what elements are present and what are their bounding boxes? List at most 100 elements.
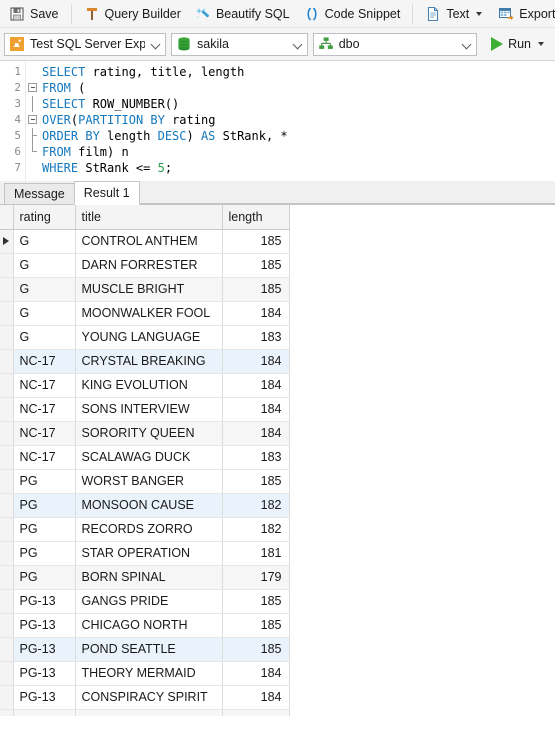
table-row[interactable]: PG MONSOON CAUSE 182 [0,493,290,518]
cell-title[interactable]: BORN SPINAL [75,565,223,590]
table-row[interactable]: G DARN FORRESTER 185 [0,253,290,278]
cell-rating[interactable]: NC-17 [13,349,76,374]
cell-title[interactable]: WORST BANGER [75,469,223,494]
table-row[interactable]: RSOLDIERS EVOLUTION185 [0,709,290,716]
cell-title[interactable]: KING EVOLUTION [75,373,223,398]
tab-message[interactable]: Message [4,183,75,204]
cell-title[interactable]: THEORY MERMAID [75,661,223,686]
table-row[interactable]: NC-17 SONS INTERVIEW 184 [0,397,290,422]
column-header-rating[interactable]: rating [13,205,76,230]
column-header-title[interactable]: title [75,205,223,230]
row-selector-cell[interactable] [0,445,14,470]
cell-rating[interactable]: PG [13,541,76,566]
cell-title[interactable]: SOLDIERS EVOLUTION [75,709,223,716]
table-row[interactable]: G YOUNG LANGUAGE 183 [0,325,290,350]
cell-rating[interactable]: R [13,709,76,716]
server-connection-select[interactable]: Test SQL Server Expres [4,32,166,56]
row-selector-cell[interactable] [0,589,14,614]
cell-length[interactable]: 185 [222,253,290,278]
cell-length[interactable]: 185 [222,637,290,662]
row-selector-cell[interactable] [0,517,14,542]
cell-rating[interactable]: G [13,253,76,278]
cell-rating[interactable]: G [13,277,76,302]
row-selector-cell[interactable] [0,325,14,350]
cell-title[interactable]: MONSOON CAUSE [75,493,223,518]
chevron-down-icon[interactable] [292,38,305,51]
table-row[interactable]: G MOONWALKER FOOL 184 [0,301,290,326]
row-selector-cell[interactable] [0,613,14,638]
cell-title[interactable]: CONTROL ANTHEM [75,229,223,254]
cell-length[interactable]: 185 [222,277,290,302]
sql-code-text[interactable]: SELECT rating, title, length FROM (SELECT… [39,61,555,181]
cell-length[interactable]: 185 [222,589,290,614]
cell-rating[interactable]: PG [13,565,76,590]
table-row[interactable]: PG RECORDS ZORRO 182 [0,517,290,542]
table-row[interactable]: G CONTROL ANTHEM 185 [0,229,290,254]
fold-row-collapsible[interactable] [26,80,39,96]
table-row[interactable]: PG WORST BANGER 185 [0,469,290,494]
cell-length[interactable]: 181 [222,541,290,566]
cell-rating[interactable]: PG-13 [13,685,76,710]
tab-result-1[interactable]: Result 1 [73,181,140,205]
row-selector-cell[interactable] [0,541,14,566]
cell-rating[interactable]: PG [13,493,76,518]
cell-title[interactable]: CHICAGO NORTH [75,613,223,638]
row-selector-cell[interactable] [0,277,14,302]
row-selector-cell[interactable] [0,229,14,254]
table-row[interactable]: NC-17 SORORITY QUEEN 184 [0,421,290,446]
cell-title[interactable]: RECORDS ZORRO [75,517,223,542]
cell-length[interactable]: 184 [222,661,290,686]
table-row[interactable]: NC-17 KING EVOLUTION 184 [0,373,290,398]
row-selector-cell[interactable] [0,301,14,326]
cell-length[interactable]: 184 [222,373,290,398]
database-select[interactable]: sakila [171,32,308,56]
row-selector-cell[interactable] [0,397,14,422]
cell-title[interactable]: MUSCLE BRIGHT [75,277,223,302]
cell-length[interactable]: 184 [222,421,290,446]
cell-rating[interactable]: NC-17 [13,397,76,422]
table-row[interactable]: PG-13 POND SEATTLE 185 [0,637,290,662]
fold-minus-icon[interactable] [28,115,37,124]
row-selector-cell[interactable] [0,709,14,716]
cell-title[interactable]: GANGS PRIDE [75,589,223,614]
chevron-down-icon[interactable] [461,38,474,51]
cell-rating[interactable]: G [13,325,76,350]
cell-rating[interactable]: NC-17 [13,373,76,398]
table-row[interactable]: PG STAR OPERATION 181 [0,541,290,566]
table-row[interactable]: NC-17 CRYSTAL BREAKING 184 [0,349,290,374]
cell-rating[interactable]: G [13,301,76,326]
table-row[interactable]: PG-13 CONSPIRACY SPIRIT 184 [0,685,290,710]
cell-rating[interactable]: G [13,229,76,254]
cell-title[interactable]: MOONWALKER FOOL [75,301,223,326]
cell-rating[interactable]: PG [13,517,76,542]
code-snippet-button[interactable]: Code Snippet [297,1,408,27]
row-selector-cell[interactable] [0,637,14,662]
row-selector-cell[interactable] [0,469,14,494]
table-row[interactable]: G MUSCLE BRIGHT 185 [0,277,290,302]
chevron-down-icon[interactable] [150,38,163,51]
cell-rating[interactable]: PG-13 [13,613,76,638]
row-selector-cell[interactable] [0,373,14,398]
cell-title[interactable]: POND SEATTLE [75,637,223,662]
row-selector-cell[interactable] [0,493,14,518]
cell-length[interactable]: 184 [222,301,290,326]
table-row[interactable]: PG-13 GANGS PRIDE 185 [0,589,290,614]
cell-title[interactable]: DARN FORRESTER [75,253,223,278]
cell-length[interactable]: 185 [222,469,290,494]
fold-minus-icon[interactable] [28,83,37,92]
query-builder-button[interactable]: Query Builder [77,1,188,27]
cell-length[interactable]: 184 [222,685,290,710]
result-grid[interactable]: rating title length G CONTROL ANTHEM 185 G DAR… [0,205,555,716]
chevron-down-icon[interactable] [476,11,483,16]
code-folding-gutter[interactable] [26,61,39,181]
cell-title[interactable]: STAR OPERATION [75,541,223,566]
table-row[interactable]: PG-13 THEORY MERMAID 184 [0,661,290,686]
save-button[interactable]: Save [2,1,66,27]
row-selector-cell[interactable] [0,685,14,710]
sql-editor[interactable]: 1234567 SELECT rating, title, length FROM… [0,61,555,181]
export-result-button[interactable]: Export Result [491,1,555,27]
cell-rating[interactable]: PG-13 [13,589,76,614]
chevron-down-icon[interactable] [538,42,544,46]
row-selector-cell[interactable] [0,253,14,278]
table-row[interactable]: PG-13 CHICAGO NORTH 185 [0,613,290,638]
